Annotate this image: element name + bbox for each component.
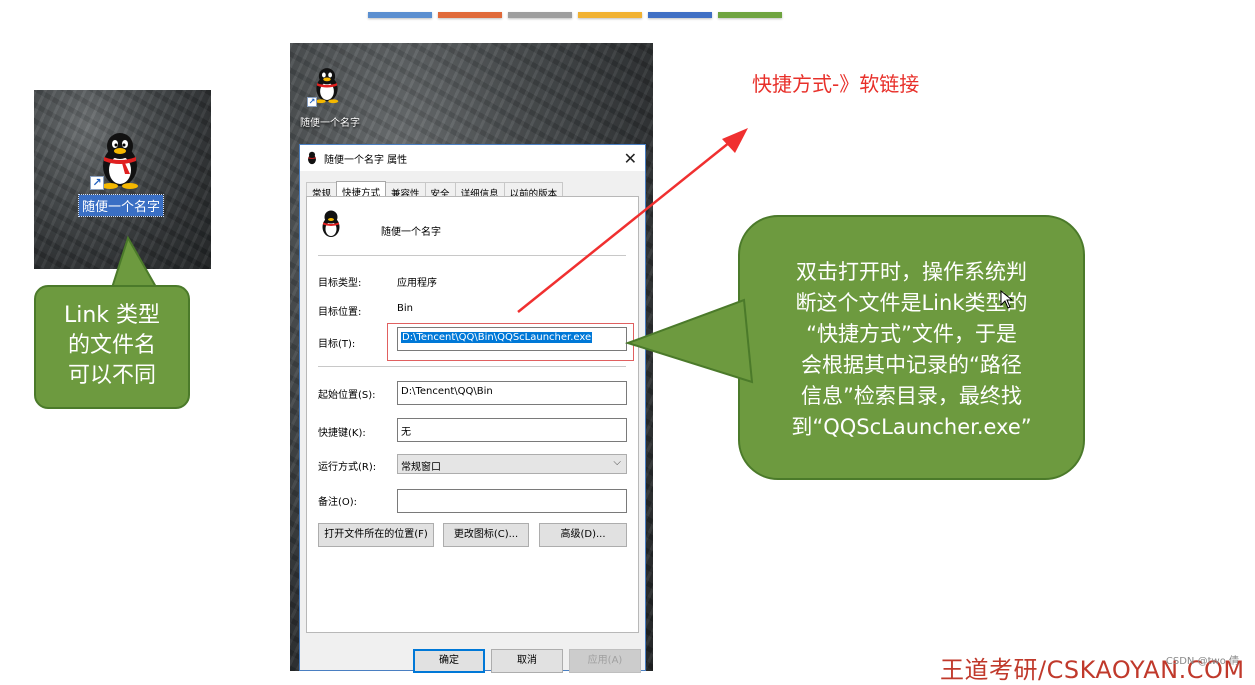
comment-field[interactable] [397, 489, 627, 513]
callout-line: 会根据其中记录的“路径 [801, 353, 1022, 377]
color-bar [438, 12, 502, 18]
chevron-down-icon: ⌵ [613, 457, 621, 468]
target-location-label: 目标位置: [318, 307, 362, 318]
desktop-shortcut-label[interactable]: 随便一个名字 [297, 113, 363, 130]
properties-dialog: 随便一个名字 属性 ✕ 常规 快捷方式 兼容性 安全 详细信息 以前的版本 随便… [299, 144, 646, 673]
open-file-location-button[interactable]: 打开文件所在的位置(F) [318, 523, 434, 547]
callout-line: 信息”检索目录，最终找 [801, 384, 1022, 408]
cancel-button[interactable]: 取消 [491, 649, 563, 673]
color-bar [578, 12, 642, 18]
target-field[interactable]: D:\Tencent\QQ\Bin\QQScLauncher.exe [397, 327, 627, 351]
color-bar [368, 12, 432, 18]
cursor-icon [1000, 290, 1014, 309]
run-label: 运行方式(R): [318, 462, 377, 473]
callout-line: 到“QQScLauncher.exe” [791, 415, 1032, 439]
qq-penguin-icon [322, 210, 340, 237]
close-icon[interactable]: ✕ [624, 149, 637, 168]
color-bar [648, 12, 712, 18]
divider [318, 255, 626, 256]
target-type-value: 应用程序 [397, 278, 437, 289]
tab-panel-shortcut: 随便一个名字 目标类型: 应用程序 目标位置: Bin 目标(T): D:\Te… [306, 196, 639, 633]
slide-heading: 快捷方式-》软链接 [752, 72, 920, 96]
callout-line: “快捷方式”文件，于是 [806, 322, 1017, 346]
target-value: D:\Tencent\QQ\Bin\QQScLauncher.exe [401, 332, 593, 343]
shortcut-key-field[interactable]: 无 [397, 418, 627, 442]
shortcut-name: 随便一个名字 [381, 227, 441, 238]
comment-label: 备注(O): [318, 497, 358, 508]
shortcut-key-label: 快捷键(K): [318, 428, 366, 439]
change-icon-button[interactable]: 更改图标(C)... [443, 523, 529, 547]
callout-pointer [108, 235, 162, 295]
run-dropdown[interactable]: 常规窗口 ⌵ [397, 454, 627, 474]
left-callout: Link 类型 的文件名 可以不同 [34, 285, 190, 409]
right-callout: 双击打开时，操作系统判 断这个文件是Link类型的 “快捷方式”文件，于是 会根… [738, 215, 1085, 480]
target-label: 目标(T): [318, 339, 356, 350]
apply-button[interactable]: 应用(A) [569, 649, 641, 673]
start-in-field[interactable]: D:\Tencent\QQ\Bin [397, 381, 627, 405]
ok-button[interactable]: 确定 [413, 649, 485, 673]
start-in-label: 起始位置(S): [318, 390, 376, 401]
advanced-button[interactable]: 高级(D)... [539, 523, 627, 547]
callout-line: 可以不同 [67, 363, 156, 388]
color-bar [508, 12, 572, 18]
watermark: CSDN @two 倩 [1165, 656, 1239, 667]
dialog-title: 随便一个名字 属性 [324, 154, 408, 166]
target-location-value: Bin [397, 303, 413, 314]
callout-line: 断这个文件是Link类型的 [795, 291, 1028, 315]
color-bar [718, 12, 782, 18]
callout-line: Link 类型 [63, 303, 161, 328]
target-type-label: 目标类型: [318, 278, 362, 289]
callout-line: 双击打开时，操作系统判 [796, 260, 1027, 284]
callout-line: 的文件名 [67, 333, 156, 358]
color-bar-strip [368, 12, 782, 18]
dialog-titlebar: 随便一个名字 属性 ✕ [300, 145, 645, 171]
divider [318, 366, 626, 367]
shortcut-arrow-icon: ↗ [307, 97, 317, 107]
qq-penguin-icon [308, 151, 316, 165]
run-value: 常规窗口 [401, 462, 441, 473]
